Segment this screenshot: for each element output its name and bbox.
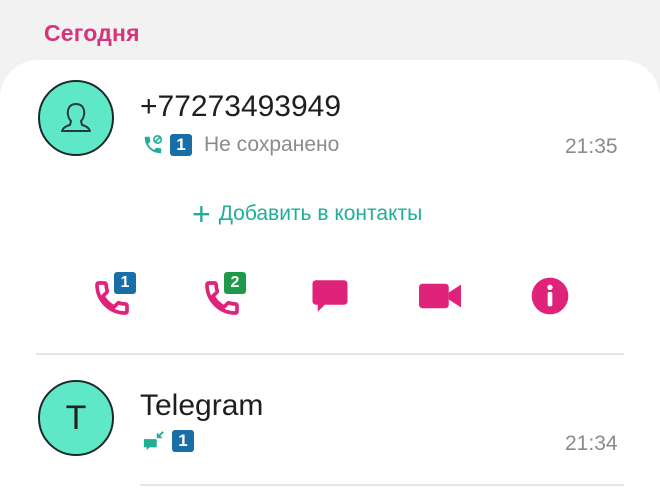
add-to-contacts-button[interactable]: + Добавить в контакты	[192, 196, 423, 232]
call-time: 21:35	[565, 135, 618, 158]
video-icon	[419, 283, 461, 309]
sim-badge: 1	[172, 430, 194, 452]
sim-badge: 2	[224, 272, 246, 294]
message-button[interactable]	[302, 268, 358, 324]
sim-badge: 1	[114, 272, 136, 294]
avatar[interactable]	[38, 80, 114, 156]
contact-name: +77273493949	[140, 90, 342, 123]
info-icon	[531, 277, 569, 315]
sim-badge: 1	[170, 134, 192, 156]
contact-name: Telegram	[140, 389, 264, 422]
call-meta: 1	[142, 430, 194, 452]
section-header: Сегодня	[44, 20, 140, 46]
call-time: 21:34	[565, 432, 618, 455]
message-icon	[312, 280, 348, 312]
video-call-button[interactable]	[412, 268, 468, 324]
person-icon	[61, 103, 91, 132]
avatar[interactable]: T	[38, 380, 114, 456]
save-status: Не сохранено	[204, 133, 340, 156]
add-contact-label: Добавить в контакты	[218, 202, 423, 225]
info-button[interactable]	[522, 268, 578, 324]
call-sim2-button[interactable]: 2	[194, 270, 250, 326]
missed-call-icon	[144, 135, 163, 154]
plus-icon: +	[192, 196, 211, 232]
divider	[36, 353, 624, 355]
avatar-letter: T	[65, 398, 87, 437]
call-sim1-button[interactable]: 1	[84, 270, 140, 326]
incoming-message-icon	[143, 431, 164, 451]
call-meta: 1 Не сохранено	[142, 133, 339, 157]
divider	[140, 484, 624, 486]
